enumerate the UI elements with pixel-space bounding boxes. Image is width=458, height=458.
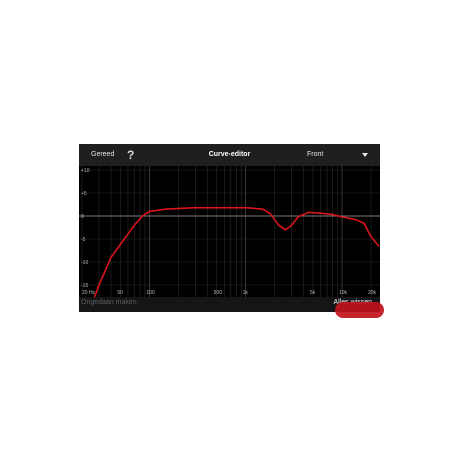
undo-button[interactable]: Ongedaan maken <box>81 299 137 306</box>
curve-editor-window: Gereed ? Curve-editor Front dB+15+10+50-… <box>79 144 380 312</box>
x-tick-label: 5k <box>310 290 316 296</box>
y-tick-label: -10 <box>81 260 88 266</box>
y-tick-label: -15 <box>81 283 88 289</box>
y-tick-label: 0 <box>81 214 84 220</box>
y-tick-label: +5 <box>81 191 87 197</box>
y-tick-label: -5 <box>81 237 86 243</box>
x-tick-label: 20 Hz <box>82 290 96 296</box>
eq-chart-svg: dB+15+10+50-5-10-15-20-2520 Hz501005001k… <box>79 166 380 297</box>
x-tick-label: 50 <box>117 290 123 296</box>
watermark-logo <box>335 302 384 318</box>
eq-curve-graph[interactable]: dB+15+10+50-5-10-15-20-2520 Hz501005001k… <box>79 166 380 297</box>
top-bar: Gereed ? Curve-editor Front <box>79 144 380 166</box>
y-tick-label: +10 <box>81 168 90 174</box>
eq-curve-line <box>93 206 380 297</box>
x-tick-label: 10k <box>339 290 348 296</box>
x-tick-label: 500 <box>214 290 223 296</box>
page-title: Curve-editor <box>208 151 251 158</box>
chevron-down-icon[interactable] <box>362 153 368 157</box>
x-tick-label: 100 <box>146 290 155 296</box>
x-tick-label: 20k <box>368 290 377 296</box>
channel-select[interactable]: Front <box>307 144 323 166</box>
x-tick-label: 1k <box>243 290 249 296</box>
